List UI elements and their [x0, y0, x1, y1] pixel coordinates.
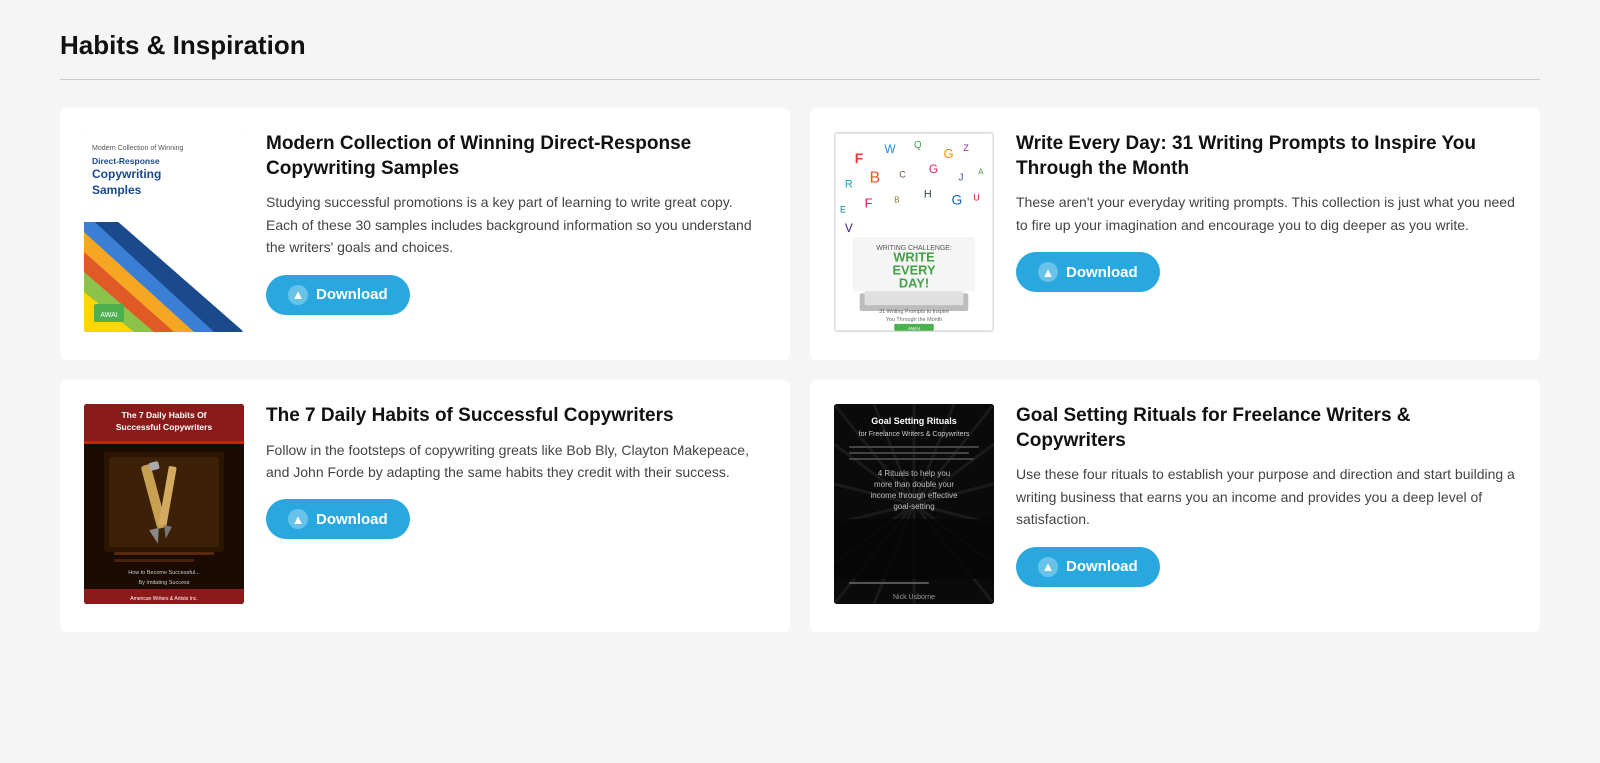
svg-text:A: A: [978, 168, 984, 177]
download-button-copywriting[interactable]: ▲ Download: [266, 275, 410, 315]
download-label-copywriting: Download: [316, 286, 388, 303]
card-goal-setting: Goal Setting Rituals for Freelance Write…: [810, 380, 1540, 632]
download-button-write[interactable]: ▲ Download: [1016, 252, 1160, 292]
download-label-habits: Download: [316, 511, 388, 528]
card-write-every-day: F W Q G Z R B C G J A E F B H G U V WR: [810, 108, 1540, 360]
cover-write: F W Q G Z R B C G J A E F B H G U V WR: [834, 132, 994, 332]
svg-text:income through effective: income through effective: [870, 491, 958, 500]
card-desc-write: These aren't your everyday writing promp…: [1016, 191, 1516, 236]
svg-text:G: G: [929, 162, 938, 176]
svg-text:B: B: [870, 170, 881, 187]
cover-habits: The 7 Daily Habits Of Successful Copywri…: [84, 404, 244, 604]
svg-text:Direct-Response: Direct-Response: [92, 156, 160, 166]
svg-text:W: W: [884, 142, 896, 156]
cover-copywriting: Modern Collection of Winning Direct-Resp…: [84, 132, 244, 332]
download-label-write: Download: [1066, 264, 1138, 281]
svg-text:By Imitating Success: By Imitating Success: [138, 580, 189, 586]
svg-text:The 7 Daily Habits Of: The 7 Daily Habits Of: [121, 410, 206, 420]
svg-text:goal-setting: goal-setting: [893, 502, 934, 511]
svg-text:J: J: [958, 173, 963, 184]
svg-text:How to Become Successful...: How to Become Successful...: [128, 570, 200, 576]
cards-grid: Modern Collection of Winning Direct-Resp…: [60, 108, 1540, 632]
download-icon-write: ▲: [1038, 262, 1058, 282]
cover-goals-svg: Goal Setting Rituals for Freelance Write…: [834, 404, 994, 604]
svg-text:C: C: [899, 170, 906, 180]
section-title: Habits & Inspiration: [60, 30, 1540, 61]
svg-text:Modern Collection of Winning: Modern Collection of Winning: [92, 145, 184, 152]
svg-text:for Freelance Writers & Copywr: for Freelance Writers & Copywriters: [859, 431, 970, 438]
card-copywriting-samples: Modern Collection of Winning Direct-Resp…: [60, 108, 790, 360]
svg-text:Z: Z: [963, 143, 969, 153]
svg-text:V: V: [845, 221, 853, 235]
svg-text:AWAI: AWAI: [100, 312, 117, 319]
svg-text:DAY!: DAY!: [899, 275, 929, 290]
card-title-copywriting: Modern Collection of Winning Direct-Resp…: [266, 132, 766, 181]
download-button-goals[interactable]: ▲ Download: [1016, 547, 1160, 587]
card-body-copywriting: Modern Collection of Winning Direct-Resp…: [266, 132, 766, 315]
cover-write-svg: F W Q G Z R B C G J A E F B H G U V WR: [835, 133, 993, 331]
cover-goals: Goal Setting Rituals for Freelance Write…: [834, 404, 994, 604]
svg-text:Q: Q: [914, 140, 922, 151]
cover-copywriting-svg: Modern Collection of Winning Direct-Resp…: [84, 132, 244, 332]
card-title-write: Write Every Day: 31 Writing Prompts to I…: [1016, 132, 1516, 181]
card-daily-habits: The 7 Daily Habits Of Successful Copywri…: [60, 380, 790, 632]
download-icon-habits: ▲: [288, 509, 308, 529]
card-body-goals: Goal Setting Rituals for Freelance Write…: [1016, 404, 1516, 587]
svg-text:Goal Setting Rituals: Goal Setting Rituals: [871, 416, 957, 426]
card-title-goals: Goal Setting Rituals for Freelance Write…: [1016, 404, 1516, 453]
section-divider: [60, 79, 1540, 80]
card-desc-habits: Follow in the footsteps of copywriting g…: [266, 439, 766, 484]
svg-text:Nick Usborne: Nick Usborne: [893, 594, 935, 601]
svg-text:You Through the Month: You Through the Month: [886, 317, 942, 323]
card-body-habits: The 7 Daily Habits of Successful Copywri…: [266, 404, 766, 539]
svg-text:American Writers & Artists Inc: American Writers & Artists Inc.: [130, 596, 197, 602]
card-desc-goals: Use these four rituals to establish your…: [1016, 463, 1516, 530]
svg-text:R: R: [845, 179, 853, 191]
download-icon-copywriting: ▲: [288, 285, 308, 305]
download-icon-goals: ▲: [1038, 557, 1058, 577]
svg-text:G: G: [944, 146, 954, 161]
svg-text:G: G: [952, 191, 963, 207]
svg-text:B: B: [894, 195, 899, 204]
card-title-habits: The 7 Daily Habits of Successful Copywri…: [266, 404, 766, 429]
svg-text:Copywriting: Copywriting: [92, 167, 161, 181]
svg-text:H: H: [924, 188, 932, 200]
svg-text:4 Rituals to help you: 4 Rituals to help you: [878, 469, 951, 478]
svg-text:F: F: [865, 195, 873, 210]
card-body-write: Write Every Day: 31 Writing Prompts to I…: [1016, 132, 1516, 292]
svg-text:Samples: Samples: [92, 183, 142, 197]
svg-text:U: U: [973, 192, 979, 202]
download-button-habits[interactable]: ▲ Download: [266, 499, 410, 539]
svg-text:31 Writing Prompts to Inspire: 31 Writing Prompts to Inspire: [879, 309, 949, 315]
svg-text:Successful Copywriters: Successful Copywriters: [116, 422, 213, 432]
svg-text:more than double your: more than double your: [874, 480, 954, 489]
download-label-goals: Download: [1066, 558, 1138, 575]
svg-text:F: F: [855, 150, 863, 166]
cover-habits-svg: The 7 Daily Habits Of Successful Copywri…: [84, 404, 244, 604]
svg-text:E: E: [840, 204, 846, 214]
card-desc-copywriting: Studying successful promotions is a key …: [266, 191, 766, 258]
svg-text:AWAI: AWAI: [908, 326, 920, 331]
